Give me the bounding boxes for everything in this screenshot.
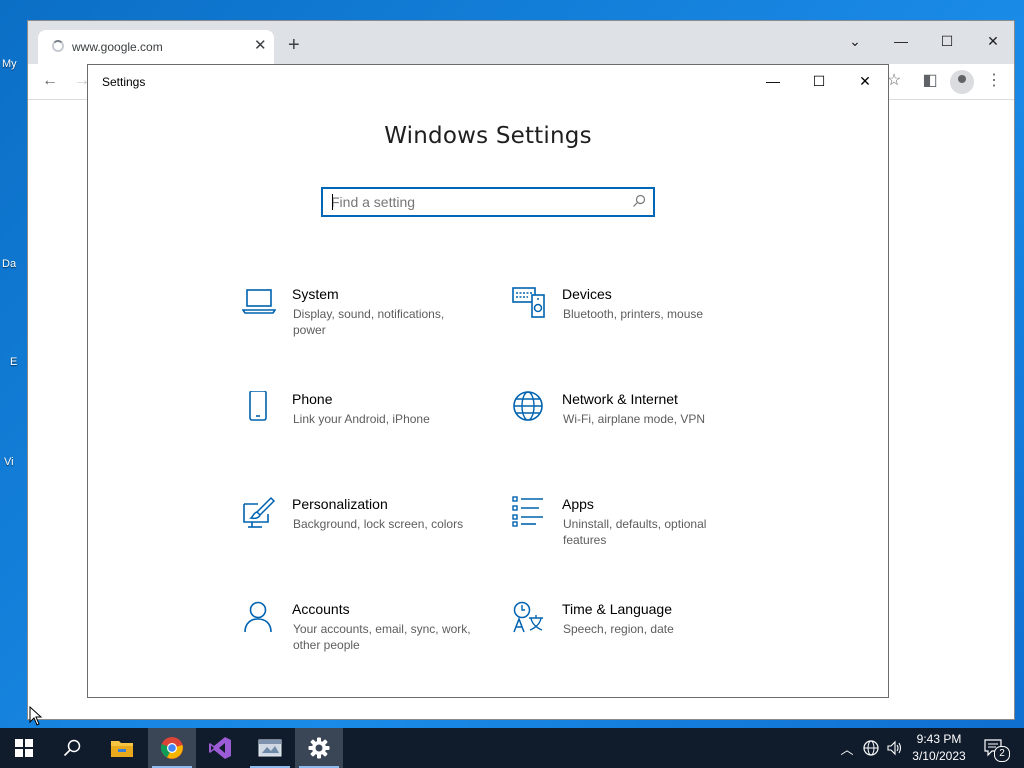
folder-icon <box>111 741 133 757</box>
globe-icon <box>513 391 543 421</box>
person-icon <box>244 601 272 633</box>
chrome-icon <box>160 737 183 759</box>
chrome-tab-strip: www.google.com ✕ + ⌄ — ☐ ✕ <box>28 21 1014 64</box>
search-icon <box>63 739 81 757</box>
text-caret <box>332 194 333 210</box>
category-network[interactable]: Network & Internet Wi-Fi, airplane mode,… <box>512 391 762 461</box>
desktop-icon-label[interactable]: My <box>2 58 17 70</box>
category-description: Display, sound, notifications, power <box>293 307 445 337</box>
category-description: Bluetooth, printers, mouse <box>563 307 704 321</box>
notification-badge: 2 <box>994 746 1010 762</box>
category-name: Time & Language <box>562 601 672 617</box>
category-system[interactable]: System Display, sound, notifications, po… <box>242 286 492 356</box>
category-name: System <box>292 286 339 302</box>
profile-avatar[interactable] <box>950 70 974 94</box>
chrome-minimize-button[interactable]: — <box>878 27 924 55</box>
gear-icon <box>308 737 330 759</box>
browser-tab[interactable]: www.google.com ✕ <box>38 30 274 64</box>
chrome-menu-icon[interactable]: ⋮ <box>984 71 1004 91</box>
new-tab-button[interactable]: + <box>288 35 300 55</box>
tab-title: www.google.com <box>72 40 163 54</box>
laptop-icon <box>242 289 276 314</box>
category-accounts[interactable]: Accounts Your accounts, email, sync, wor… <box>242 601 492 671</box>
maximize-button[interactable]: ☐ <box>796 65 842 97</box>
taskbar-search-button[interactable] <box>48 728 96 768</box>
settings-window: Settings — ☐ ✕ Windows Settings System D… <box>87 64 889 698</box>
phone-icon <box>249 391 267 421</box>
visual-studio-icon <box>209 737 231 759</box>
action-center-button[interactable]: 2 <box>980 728 1010 768</box>
tab-search-dropdown-button[interactable]: ⌄ <box>832 27 878 55</box>
network-globe-icon[interactable] <box>860 728 882 768</box>
category-devices[interactable]: Devices Bluetooth, printers, mouse <box>512 286 762 356</box>
desktop-icon-label[interactable]: Vi <box>4 456 14 468</box>
time-language-icon <box>513 601 543 633</box>
category-personalization[interactable]: Personalization Background, lock screen,… <box>242 496 492 566</box>
chrome-maximize-button[interactable]: ☐ <box>924 27 970 55</box>
category-name: Accounts <box>292 601 350 617</box>
desktop-icon-label[interactable]: Da <box>2 258 16 270</box>
category-name: Network & Internet <box>562 391 678 407</box>
show-hidden-icons-chevron-icon[interactable]: ︿ <box>838 728 856 768</box>
start-button[interactable] <box>0 728 48 768</box>
category-apps[interactable]: Apps Uninstall, defaults, optional featu… <box>512 496 762 566</box>
taskbar-visual-studio[interactable] <box>196 728 244 768</box>
search-icon[interactable] <box>631 193 647 209</box>
apps-list-icon <box>512 496 543 527</box>
category-description: Wi-Fi, airplane mode, VPN <box>563 412 706 426</box>
windows-logo-icon <box>15 739 33 757</box>
category-phone[interactable]: Phone Link your Android, iPhone <box>242 391 492 461</box>
devices-icon <box>512 287 545 318</box>
window-title: Settings <box>102 75 146 89</box>
category-description: Speech, region, date <box>563 622 674 636</box>
volume-icon[interactable] <box>884 728 906 768</box>
back-button[interactable]: ← <box>40 71 60 91</box>
paintbrush-icon <box>243 496 276 528</box>
search-input[interactable] <box>331 193 621 211</box>
clock-date: 3/10/2023 <box>912 749 966 763</box>
category-name: Personalization <box>292 496 388 512</box>
desktop-icon-label[interactable]: E <box>10 356 17 368</box>
clock-time: 9:43 PM <box>916 732 962 746</box>
taskbar-chrome[interactable] <box>148 728 196 768</box>
category-name: Devices <box>562 286 612 302</box>
category-description: Uninstall, defaults, optional features <box>563 517 707 547</box>
tab-close-icon[interactable]: ✕ <box>254 38 267 54</box>
taskbar-settings[interactable] <box>295 728 343 768</box>
page-title: Windows Settings <box>384 123 592 149</box>
category-time-language[interactable]: Time & Language Speech, region, date <box>512 601 762 671</box>
category-description: Your accounts, email, sync, work, other … <box>293 622 471 652</box>
category-description: Background, lock screen, colors <box>293 517 464 531</box>
close-button[interactable]: ✕ <box>842 65 888 97</box>
loading-spinner-icon <box>52 40 64 52</box>
minimize-button[interactable]: — <box>750 65 796 97</box>
chrome-close-button[interactable]: ✕ <box>970 27 1016 55</box>
side-panel-icon[interactable]: ◧ <box>920 71 940 91</box>
category-description: Link your Android, iPhone <box>293 412 430 426</box>
taskbar-app[interactable] <box>246 728 294 768</box>
taskbar-file-explorer[interactable] <box>98 728 146 768</box>
category-name: Apps <box>562 496 594 512</box>
mouse-cursor-icon <box>29 706 43 726</box>
taskbar: ︿ 9:43 PM 3/10/2023 2 <box>0 728 1024 768</box>
app-window-icon <box>258 739 282 757</box>
category-name: Phone <box>292 391 333 407</box>
search-box[interactable] <box>321 187 655 217</box>
system-clock[interactable]: 9:43 PM 3/10/2023 <box>904 731 974 765</box>
